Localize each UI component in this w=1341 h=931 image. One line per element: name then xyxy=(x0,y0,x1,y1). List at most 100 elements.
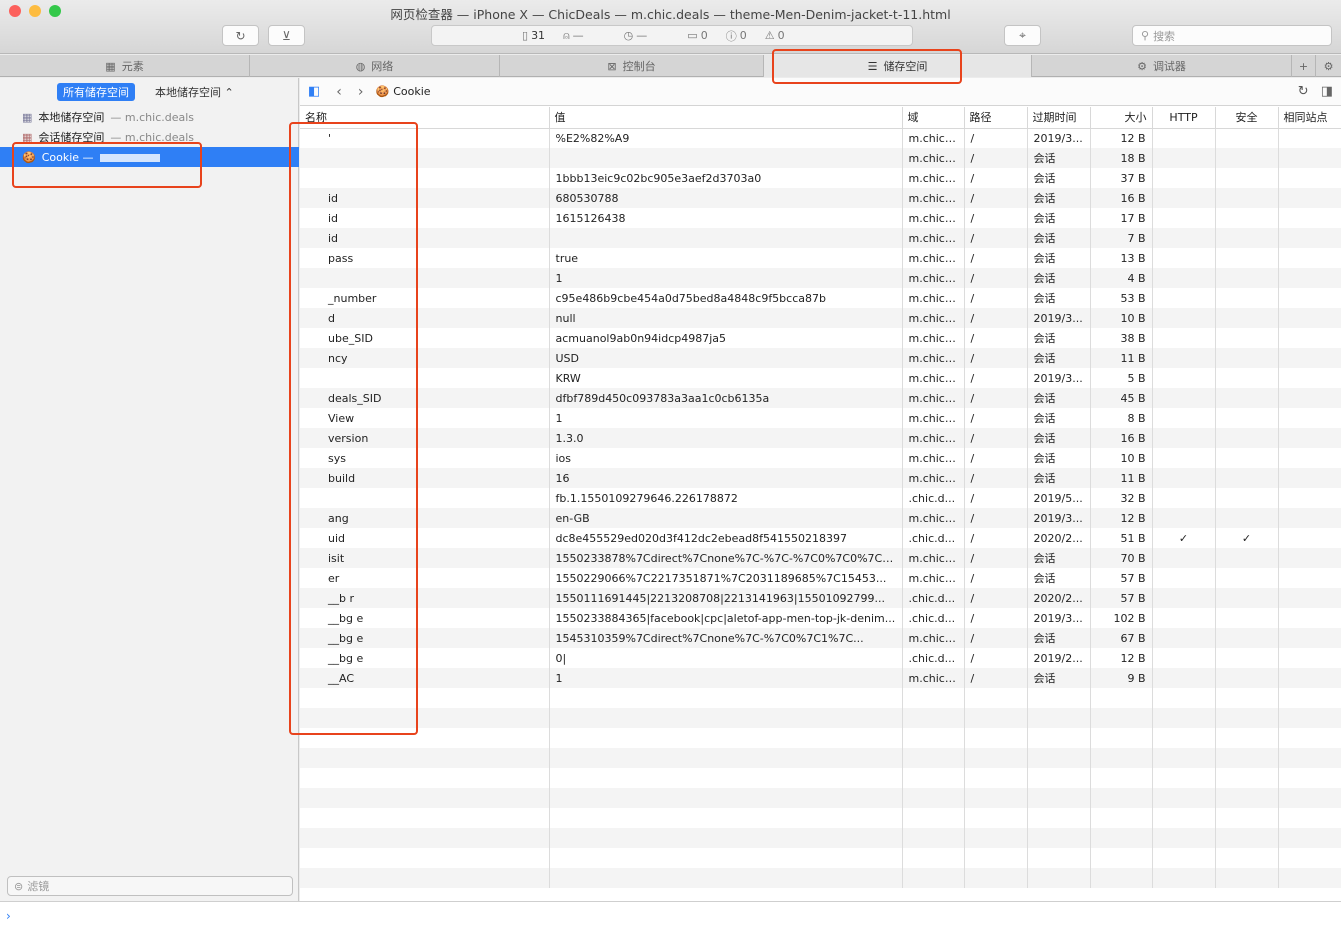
cookie-name xyxy=(300,748,550,768)
table-row[interactable]: 1bbb13eic9c02bc905e3aef2d3703a0 m.chic...… xyxy=(300,168,1341,188)
table-row[interactable]: KRW m.chic..../2019/3... 5 B xyxy=(300,368,1341,388)
table-row[interactable]: er 1550229066%7C2217351871%7C2031189685%7… xyxy=(300,568,1341,588)
cookie-http xyxy=(1152,768,1216,788)
refresh-icon[interactable]: ↻ xyxy=(1298,84,1309,99)
column-header[interactable]: 大小 xyxy=(1090,107,1153,129)
add-tab-button[interactable]: + xyxy=(1292,55,1316,77)
tab-network[interactable]: ◍ 网络 xyxy=(250,55,500,77)
sidebar-item-session-storage[interactable]: ▦ 会话储存空间 — m.chic.deals xyxy=(0,127,299,147)
title-bar: 网页检查器 — iPhone X — ChicDeals — m.chic.de… xyxy=(0,0,1341,54)
table-row[interactable]: ' %E2%82%A9 m.chic..../2019/3... 12 B xyxy=(300,128,1341,148)
cookie-secure xyxy=(1215,748,1279,768)
cookie-panel: ◧ ‹ › 🍪 Cookie ↻ ◨ 名称值域路径 过期时间 大小 HTTP 安全 相同站… xyxy=(289,78,1341,901)
cookie-name: __AC xyxy=(300,668,550,688)
column-header[interactable]: 路径 xyxy=(964,107,1028,129)
column-header[interactable]: 名称 xyxy=(300,107,550,129)
column-header[interactable]: HTTP xyxy=(1152,107,1216,129)
cookie-http xyxy=(1152,448,1216,468)
activity-viewer[interactable]: ▯ 31 ⍝ — ◷ — ▭ 0 ⓘ 0 ⚠ 0 xyxy=(431,25,913,46)
cookie-value: 1550229066%7C2217351871%7C2031189685%7C1… xyxy=(549,568,903,588)
column-header[interactable]: 域 xyxy=(902,107,965,129)
cookie-name: ang xyxy=(300,508,550,528)
cookie-name: deals_SID xyxy=(300,388,550,408)
column-header[interactable]: 值 xyxy=(549,107,903,129)
issue-icon: ⚠ xyxy=(764,29,775,42)
table-row[interactable]: pass true m.chic.... / 会话 13 B xyxy=(300,248,1341,268)
cookie-secure xyxy=(1215,448,1279,468)
cookie-samesite xyxy=(1278,728,1341,748)
sidebar-item-cookies[interactable]: 🍪 Cookie — xyxy=(0,147,299,167)
cookie-secure xyxy=(1215,628,1279,648)
tab-storage[interactable]: ☰ 储存空间 xyxy=(764,55,1032,77)
cookie-size: 4 B xyxy=(1090,268,1153,288)
settings-button[interactable]: ⚙ xyxy=(1316,55,1341,77)
search-input[interactable]: ⚲ 搜索 xyxy=(1132,25,1332,46)
table-row[interactable]: isit 1550233878%7Cdirect%7Cnone%7C-%7C-%7… xyxy=(300,548,1341,568)
tab-debugger[interactable]: ⚙ 调试器 xyxy=(1032,55,1292,77)
sidebar-toggle-icon[interactable]: ◧ xyxy=(308,84,320,99)
cookie-name xyxy=(300,788,550,808)
detail-toggle-icon[interactable]: ◨ xyxy=(1321,84,1333,99)
table-row[interactable]: 1 m.chic.... / 会话 4 B xyxy=(300,268,1341,288)
cookie-size: 8 B xyxy=(1090,408,1153,428)
cookie-name xyxy=(300,808,550,828)
scope-local-storage[interactable]: 本地储存空间 ⌃ xyxy=(149,83,240,101)
table-row[interactable]: ncy USD m.chic.... / 会话 11 B xyxy=(300,348,1341,368)
cookie-value: dfbf789d450c093783a3aa1c0cb6135a xyxy=(549,388,903,408)
tab-label: 网络 xyxy=(371,60,394,73)
tab-elements[interactable]: ▦ 元素 xyxy=(0,55,250,77)
table-row xyxy=(300,868,1341,888)
cookie-size: 67 B xyxy=(1090,628,1153,648)
cookie-path: / xyxy=(964,628,1028,648)
tab-console[interactable]: ⊠ 控制台 xyxy=(500,55,764,77)
console-prompt[interactable]: › xyxy=(0,901,1341,931)
cookie-http xyxy=(1152,688,1216,708)
cookie-size xyxy=(1090,808,1153,828)
table-row[interactable]: __bg e 1550233884365|facebook|cpc|aletof-… xyxy=(300,608,1341,628)
cookie-domain xyxy=(902,788,965,808)
cookie-http xyxy=(1152,188,1216,208)
table-row[interactable]: id 680530788 m.chic.... / 会话 16 B xyxy=(300,188,1341,208)
table-row[interactable]: id 1615126438 m.chic.... / 会话 17 B xyxy=(300,208,1341,228)
cookie-expires xyxy=(1027,868,1091,888)
table-row[interactable]: __bg e 0| .chic.d.../2019/2... 12 B xyxy=(300,648,1341,668)
table-row[interactable]: ang en-GB m.chic..../2019/3... 12 B xyxy=(300,508,1341,528)
cookie-samesite xyxy=(1278,428,1341,448)
reload-icon: ↻ xyxy=(235,28,246,43)
filter-input[interactable]: ⊜ 滤镜 xyxy=(7,876,293,896)
table-row[interactable]: __b r 1550111691445|2213208708|2213141963… xyxy=(300,588,1341,608)
table-row[interactable]: _number c95e486b9cbe454a0d75bed8a4848c9f5… xyxy=(300,288,1341,308)
table-row[interactable]: fb.1.1550109279646.226178872 .chic.d.../2… xyxy=(300,488,1341,508)
breadcrumb[interactable]: Cookie xyxy=(393,85,430,98)
scope-all-storage[interactable]: 所有储存空间 xyxy=(57,83,135,101)
cookie-name: build xyxy=(300,468,550,488)
table-row[interactable]: __AC 1 m.chic.... / 会话 9 B xyxy=(300,668,1341,688)
cookie-path: / xyxy=(964,308,1028,328)
element-picker-button[interactable]: ⌖ xyxy=(1004,25,1041,46)
table-row[interactable]: m.chic.... / 会话 18 B xyxy=(300,148,1341,168)
table-row[interactable]: uid dc8e455529ed020d3f412dc2ebead8f541550… xyxy=(300,528,1341,548)
table-row[interactable]: sys ios m.chic.... / 会话 10 B xyxy=(300,448,1341,468)
column-header[interactable]: 相同站点 xyxy=(1278,107,1341,129)
reload-button[interactable]: ↻ xyxy=(222,25,259,46)
cookie-http xyxy=(1152,288,1216,308)
table-row[interactable]: version 1.3.0 m.chic.... / 会话 16 B xyxy=(300,428,1341,448)
forward-icon[interactable]: › xyxy=(358,84,364,100)
table-row[interactable]: build 16 m.chic.... / 会话 11 B xyxy=(300,468,1341,488)
table-row[interactable]: id m.chic.... / 会话 7 B xyxy=(300,228,1341,248)
sidebar-item-local-storage[interactable]: ▦ 本地储存空间 — m.chic.deals xyxy=(0,107,299,127)
cookie-domain: .chic.d... xyxy=(902,588,965,608)
table-row[interactable]: __bg e 1545310359%7Cdirect%7Cnone%7C-%7C0… xyxy=(300,628,1341,648)
table-row[interactable]: ube_SID acmuanol9ab0n94idcp4987ja5 m.chic.… xyxy=(300,328,1341,348)
cookie-path: / xyxy=(964,148,1028,168)
back-icon[interactable]: ‹ xyxy=(336,84,342,100)
table-row[interactable]: View 1 m.chic.... / 会话 8 B xyxy=(300,408,1341,428)
download-button[interactable]: ⊻ xyxy=(268,25,305,46)
cookie-domain: m.chic.... xyxy=(902,268,965,288)
cookie-samesite xyxy=(1278,308,1341,328)
cookie-value: 1615126438 xyxy=(549,208,903,228)
table-row[interactable]: d null m.chic..../2019/3... 10 B xyxy=(300,308,1341,328)
table-row[interactable]: deals_SID dfbf789d450c093783a3aa1c0cb6135… xyxy=(300,388,1341,408)
column-header[interactable]: 过期时间 xyxy=(1027,107,1091,129)
column-header[interactable]: 安全 xyxy=(1215,107,1279,129)
